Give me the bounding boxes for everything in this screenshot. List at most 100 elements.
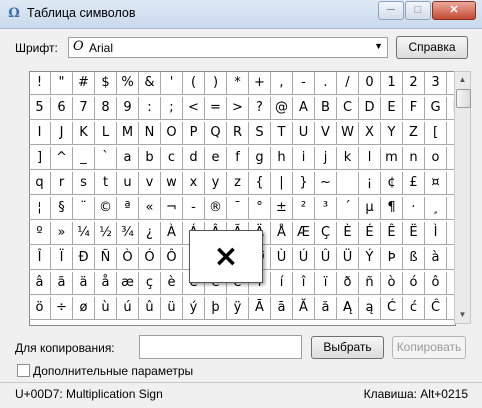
character-cell[interactable]: 8 <box>95 97 117 120</box>
character-cell[interactable]: Ć <box>381 297 403 320</box>
character-cell[interactable]: ò <box>381 272 403 295</box>
character-cell[interactable]: { <box>249 172 271 195</box>
character-cell[interactable]: § <box>51 197 73 220</box>
character-cell[interactable]: W <box>337 122 359 145</box>
character-cell[interactable]: ï <box>315 272 337 295</box>
character-cell[interactable]: ¨ <box>73 197 95 220</box>
character-cell[interactable]: b <box>139 147 161 170</box>
character-cell[interactable]: ? <box>249 97 271 120</box>
character-cell[interactable]: v <box>139 172 161 195</box>
character-cell[interactable]: È <box>337 222 359 245</box>
character-cell[interactable]: ¤ <box>425 172 447 195</box>
scroll-down-icon[interactable]: ▼ <box>455 307 470 323</box>
character-cell[interactable]: D <box>359 97 381 120</box>
character-cell[interactable]: u <box>117 172 139 195</box>
character-cell[interactable]: » <box>51 222 73 245</box>
character-cell[interactable]: Ð <box>73 247 95 270</box>
character-cell[interactable]: ) <box>205 72 227 95</box>
character-cell[interactable]: E <box>381 97 403 120</box>
character-cell[interactable]: Y <box>381 122 403 145</box>
character-cell[interactable]: ª <box>117 197 139 220</box>
advanced-view-checkbox[interactable] <box>17 364 30 377</box>
character-cell[interactable]: C <box>337 97 359 120</box>
character-cell[interactable]: ! <box>29 72 51 95</box>
character-cell[interactable]: ¡ <box>359 172 381 195</box>
character-cell[interactable]: Î <box>29 247 51 270</box>
character-cell[interactable]: ¶ <box>381 197 403 220</box>
character-cell[interactable]: d <box>183 147 205 170</box>
character-cell[interactable]: n <box>403 147 425 170</box>
character-cell[interactable]: ø <box>73 297 95 320</box>
character-cell[interactable]: ô <box>425 272 447 295</box>
character-cell[interactable]: Ú <box>293 247 315 270</box>
character-cell[interactable]: Ô <box>161 247 183 270</box>
character-cell[interactable]: è <box>161 272 183 295</box>
character-cell[interactable]: q <box>29 172 51 195</box>
character-cell[interactable]: í <box>271 272 293 295</box>
character-cell[interactable]: Þ <box>381 247 403 270</box>
copy-input[interactable] <box>139 335 302 359</box>
character-cell[interactable]: i <box>293 147 315 170</box>
character-cell[interactable]: ² <box>293 197 315 220</box>
character-cell[interactable]: " <box>51 72 73 95</box>
character-cell[interactable]: º <box>29 222 51 245</box>
character-cell[interactable]: - <box>293 72 315 95</box>
character-cell[interactable]: G <box>425 97 447 120</box>
scrollbar-thumb[interactable] <box>456 89 471 108</box>
character-cell[interactable]: ~ <box>315 172 337 195</box>
character-cell[interactable]: K <box>73 122 95 145</box>
character-cell[interactable]: _ <box>73 147 95 170</box>
character-cell[interactable]: à <box>425 247 447 270</box>
character-cell[interactable]: ć <box>403 297 425 320</box>
character-cell[interactable]: Ê <box>381 222 403 245</box>
character-cell[interactable]: þ <box>205 297 227 320</box>
character-cell[interactable]: ¢ <box>381 172 403 195</box>
character-cell[interactable]: J <box>51 122 73 145</box>
character-cell[interactable]: w <box>161 172 183 195</box>
character-cell[interactable]: ´ <box>337 197 359 220</box>
character-cell[interactable]: ® <box>205 197 227 220</box>
character-cell[interactable]: + <box>249 72 271 95</box>
character-cell[interactable]: ą <box>359 297 381 320</box>
character-cell[interactable]: : <box>139 97 161 120</box>
character-cell[interactable]: 2 <box>403 72 425 95</box>
character-cell[interactable]: # <box>73 72 95 95</box>
maximize-button[interactable]: □ <box>405 1 431 20</box>
character-cell[interactable]: Ì <box>425 222 447 245</box>
character-cell[interactable]: j <box>315 147 337 170</box>
character-cell[interactable]: ± <box>271 197 293 220</box>
character-cell[interactable]: ` <box>95 147 117 170</box>
character-cell[interactable]: É <box>359 222 381 245</box>
character-cell[interactable]: Ç <box>315 222 337 245</box>
character-cell[interactable]: s <box>73 172 95 195</box>
character-cell[interactable]: ^ <box>51 147 73 170</box>
character-cell[interactable]: ½ <box>95 222 117 245</box>
character-cell[interactable]: % <box>117 72 139 95</box>
character-cell[interactable]: c <box>161 147 183 170</box>
character-cell[interactable]: I <box>29 122 51 145</box>
character-cell[interactable]: ¯ <box>227 197 249 220</box>
character-cell[interactable]: ¼ <box>73 222 95 245</box>
character-cell[interactable]: Æ <box>293 222 315 245</box>
character-cell[interactable]: µ <box>359 197 381 220</box>
copy-button[interactable]: Копировать <box>392 336 466 359</box>
character-cell[interactable]: z <box>227 172 249 195</box>
character-cell[interactable]: Ï <box>51 247 73 270</box>
character-cell[interactable]: F <box>403 97 425 120</box>
character-cell[interactable]: ý <box>183 297 205 320</box>
character-cell[interactable]: 7 <box>73 97 95 120</box>
character-cell[interactable]: / <box>337 72 359 95</box>
character-cell[interactable]: · <box>403 197 425 220</box>
character-cell[interactable]: ¸ <box>425 197 447 220</box>
character-cell[interactable]: o <box>425 147 447 170</box>
character-cell[interactable]: ÿ <box>227 297 249 320</box>
character-cell[interactable]: g <box>249 147 271 170</box>
character-cell[interactable]: L <box>95 122 117 145</box>
character-cell[interactable]: . <box>315 72 337 95</box>
character-cell[interactable]: r <box>51 172 73 195</box>
character-cell[interactable]: 3 <box>425 72 447 95</box>
character-cell[interactable]: Å <box>271 222 293 245</box>
character-cell[interactable]: m <box>381 147 403 170</box>
character-cell[interactable]: Ą <box>337 297 359 320</box>
character-cell[interactable]: U <box>293 122 315 145</box>
